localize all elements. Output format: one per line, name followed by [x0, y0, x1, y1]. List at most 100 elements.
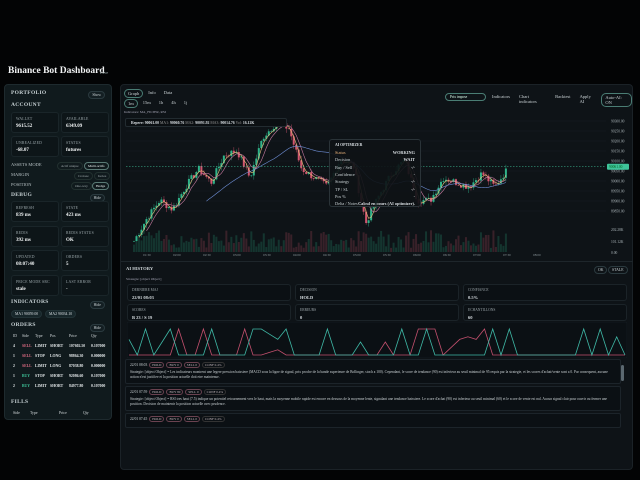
toolbar-button[interactable]: Auto-AI: ON [601, 93, 632, 107]
volume-bar [412, 238, 415, 252]
order-side[interactable]: SELL [22, 344, 32, 348]
order-cell[interactable]: 2 [13, 384, 15, 388]
volume-bar [310, 231, 313, 252]
debug-card: REDIS 392 ms [11, 225, 59, 247]
order-side[interactable]: BUY [22, 384, 30, 388]
orders-col-header: Type [35, 334, 43, 338]
order-cell[interactable]: LIMIT [35, 384, 47, 388]
order-cell[interactable]: 0.000000 [91, 364, 105, 368]
order-cell[interactable]: LIMIT [35, 364, 47, 368]
orders-toggle-button[interactable]: Hide [89, 324, 105, 332]
position-hedge[interactable]: Hedge [92, 182, 110, 190]
order-cell[interactable]: SHORT [50, 384, 63, 388]
toolbar-button[interactable]: Apply AI [577, 93, 599, 107]
volume-bar [352, 240, 355, 252]
price-tick: 90000.00 [611, 180, 625, 184]
volume-bar [332, 246, 335, 252]
order-side[interactable]: BUY [22, 374, 30, 378]
volume-bar [162, 238, 165, 252]
order-side[interactable]: SELL [22, 354, 32, 358]
timeframe-1h[interactable]: 1h [156, 99, 167, 108]
order-cell[interactable]: 1 [13, 374, 15, 378]
order-cell[interactable]: LONG [50, 354, 61, 358]
order-cell[interactable]: 2 [13, 364, 15, 368]
card-value: 6349.09 [66, 124, 83, 129]
order-cell[interactable]: STOP [35, 354, 45, 358]
card-value: stale [16, 286, 26, 292]
order-cell[interactable]: 92086.60 [69, 374, 83, 378]
timeframe-1j[interactable]: 1j [181, 99, 191, 108]
volume-bar [195, 238, 198, 252]
timeframe-1m[interactable]: 1m [124, 99, 138, 108]
order-cell[interactable]: SHORT [50, 374, 63, 378]
current-price-label: 90061.00 [609, 165, 623, 169]
indicator-chip-ma1[interactable]: MA1 90059.00 [11, 310, 43, 318]
volume-bar [375, 243, 378, 252]
card-value: 5 [66, 262, 69, 267]
fills-col-side: Side [13, 411, 20, 415]
volume-bar [252, 239, 255, 252]
order-cell[interactable]: 0.107000 [91, 374, 105, 378]
ai-ok-button[interactable]: OK [594, 266, 608, 274]
optimizer-label: Pos % [335, 193, 346, 199]
legend-vol: 16.12K [242, 121, 255, 125]
assets-mode-label: ASSETS MODE [11, 162, 42, 167]
volume-bar [182, 242, 185, 252]
pair-input[interactable]: Prix impose [445, 93, 486, 101]
toolbar-button[interactable]: Indicators [489, 93, 513, 107]
debug-card: PRICE MODE SRC stale [11, 274, 59, 296]
timeframe-4h[interactable]: 4h [168, 99, 179, 108]
optimizer-value: -/- [410, 164, 415, 170]
volume-bar [312, 246, 315, 252]
margin-cross[interactable]: Croisee [74, 172, 93, 180]
timeframe-15m[interactable]: 15m [140, 99, 154, 108]
volume-bar [220, 240, 223, 252]
price-tick: 90050.00 [611, 170, 625, 174]
order-cell[interactable]: 0.000000 [91, 354, 105, 358]
order-cell[interactable]: 107602.50 [69, 344, 85, 348]
tab-info[interactable]: Info [145, 89, 159, 98]
volume-bar [202, 240, 205, 252]
price-tick: 89850.00 [611, 210, 625, 214]
toolbar-button[interactable]: Backtest [552, 93, 574, 107]
volume-bar [137, 238, 140, 252]
margin-isolated[interactable]: Isolee [94, 172, 111, 180]
assets-mode-single[interactable]: Actif unique [57, 162, 83, 170]
volume-bar [210, 242, 213, 252]
tab-data[interactable]: Data [161, 89, 176, 98]
volume-bar [205, 247, 208, 252]
ai-log-list: 22/01 08:03 HOLD BUY 0 SELL 0 CONF 0.4% Strat… [125, 359, 621, 467]
assets-mode-multi[interactable]: Multi-actifs [84, 162, 109, 170]
order-cell[interactable]: STOP [35, 374, 45, 378]
card-value: HOLD [300, 295, 314, 300]
indicator-chip-ma2[interactable]: MA2 90034.10 [45, 310, 77, 318]
order-cell[interactable]: 0.107000 [91, 344, 105, 348]
order-cell[interactable]: 87038.80 [69, 364, 83, 368]
optimizer-title: AI OPTIMIZER [335, 143, 363, 147]
order-cell[interactable]: 98864.30 [69, 354, 83, 358]
toolbar-button[interactable]: Chart indicators [516, 93, 549, 107]
order-cell[interactable]: 0.107000 [91, 384, 105, 388]
card-label: CONFIANCE [468, 288, 489, 292]
volume-bar [197, 246, 200, 252]
portfolio-toggle-button[interactable]: Show [88, 91, 105, 99]
order-side[interactable]: SELL [22, 364, 32, 368]
volume-bar [432, 241, 435, 252]
volume-bar [280, 246, 283, 252]
time-tick: 01:30 [143, 253, 151, 257]
tab-graph[interactable]: Graph [124, 89, 144, 98]
position-oneway[interactable]: One-way [71, 182, 92, 190]
log-time: 22/01 07:45 [130, 417, 148, 421]
order-cell[interactable]: 84977.80 [69, 384, 83, 388]
status-card: STATUS futures [61, 136, 109, 157]
order-cell[interactable]: LONG [50, 364, 61, 368]
log-scrollbar[interactable] [621, 365, 624, 381]
order-cell[interactable]: SHORT [50, 344, 63, 348]
volume-bar [180, 236, 183, 252]
order-cell[interactable]: LIMIT [35, 344, 47, 348]
order-cell[interactable]: 1 [13, 354, 15, 358]
ai-stale-button[interactable]: STALE [608, 266, 628, 274]
volume-bar [142, 236, 145, 252]
order-cell[interactable]: 4 [13, 344, 15, 348]
indicators-toggle-button[interactable]: Hide [89, 301, 105, 309]
